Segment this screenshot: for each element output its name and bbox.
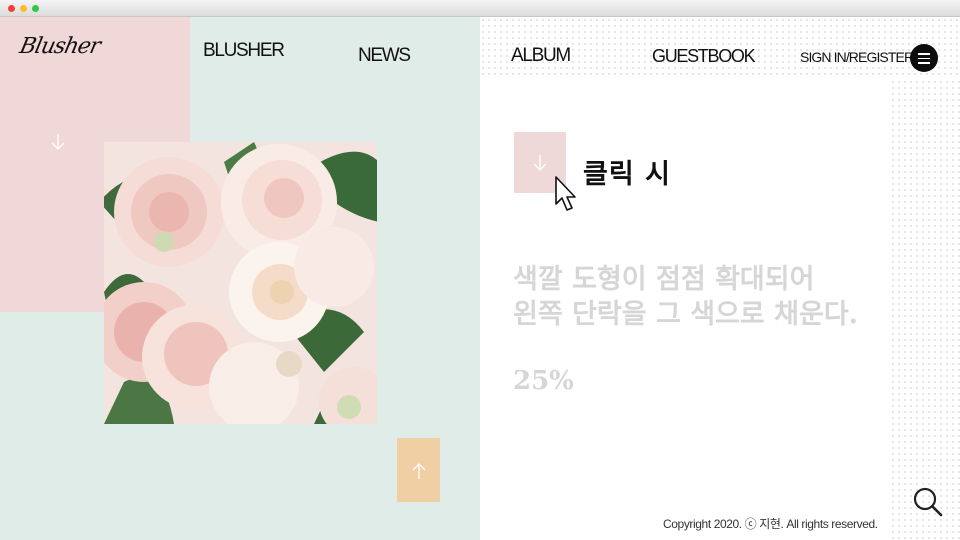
scroll-up-button[interactable]	[397, 438, 440, 502]
percent-value: 25%	[513, 366, 574, 396]
hamburger-menu-icon[interactable]	[910, 44, 938, 72]
mouse-cursor-icon	[555, 176, 576, 211]
dot-pattern-side	[890, 79, 960, 540]
maximize-window-button[interactable]	[32, 5, 39, 12]
search-icon[interactable]	[912, 486, 944, 518]
minimize-window-button[interactable]	[20, 5, 27, 12]
site-logo[interactable]: Blusher	[17, 34, 102, 59]
description-line-1: 색깔 도형이 점점 확대되어	[513, 264, 815, 295]
interaction-description: 색깔 도형이 점점 확대되어 왼쪽 단락을 그 색으로 채운다.	[513, 262, 858, 332]
nav-guestbook[interactable]: GUESTBOOK	[652, 46, 756, 67]
copyright-text: Copyright 2020. ⓒ 지현. All rights reserve…	[663, 517, 878, 531]
peony-flower-image[interactable]	[104, 142, 377, 424]
close-window-button[interactable]	[8, 5, 15, 12]
nav-sign-in-register[interactable]: SIGN IN/REGISTER	[800, 49, 914, 65]
nav-album[interactable]: ALBUM	[511, 45, 571, 67]
nav-brand[interactable]: BLUSHER	[203, 40, 285, 62]
description-line-2: 왼쪽 단락을 그 색으로 채운다.	[513, 299, 859, 330]
arrow-down-icon	[51, 134, 65, 150]
arrow-down-icon	[533, 155, 547, 171]
click-label: 클릭 시	[583, 159, 671, 190]
nav-news[interactable]: NEWS	[358, 45, 411, 67]
arrow-up-icon	[412, 463, 426, 479]
window-titlebar	[0, 0, 960, 17]
